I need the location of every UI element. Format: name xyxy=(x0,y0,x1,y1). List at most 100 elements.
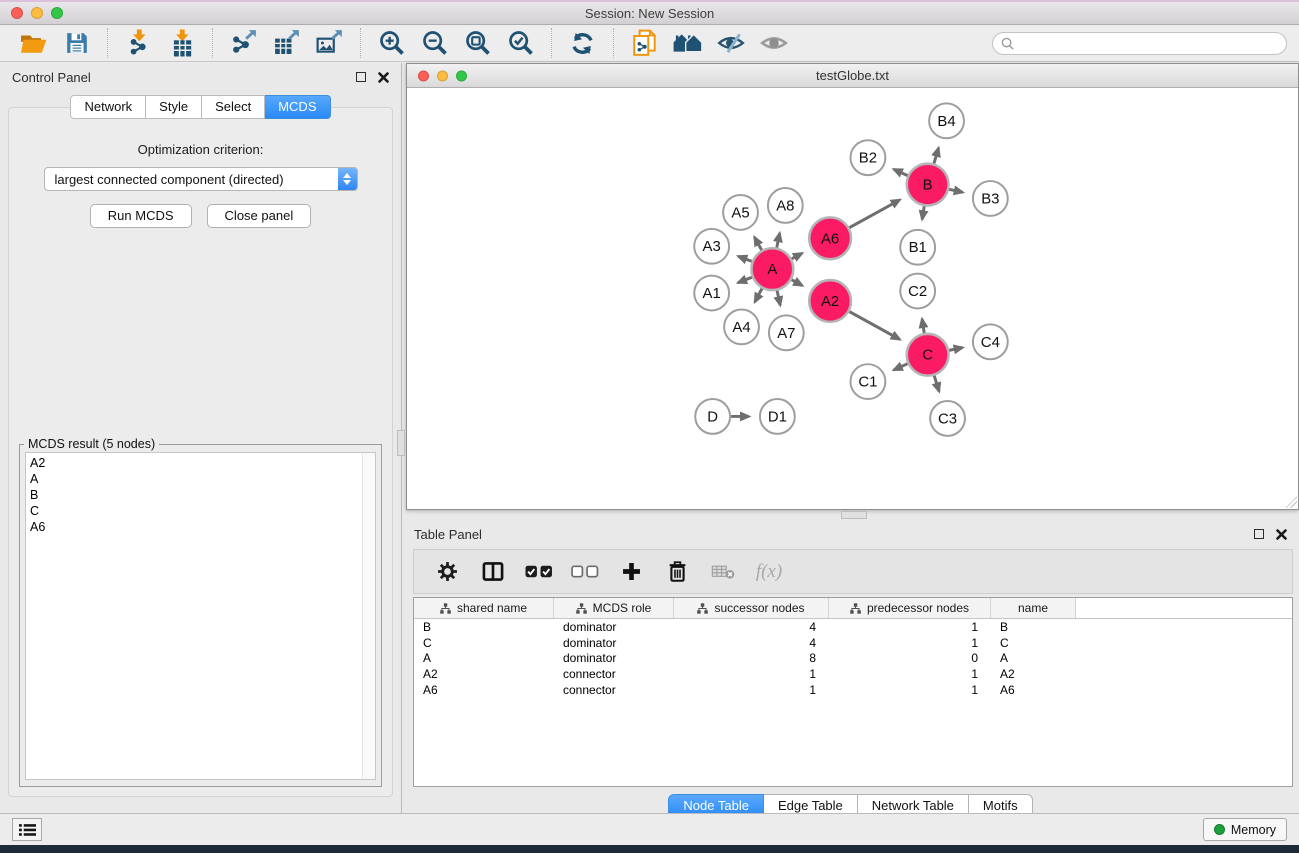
table-cell[interactable]: C xyxy=(414,635,554,651)
graph-edge[interactable] xyxy=(777,233,780,247)
zoom-selected-button[interactable] xyxy=(499,27,542,60)
minimize-window-button[interactable] xyxy=(31,7,43,19)
table-cell[interactable]: 1 xyxy=(829,635,991,651)
close-panel-icon[interactable] xyxy=(378,72,389,83)
open-session-button[interactable] xyxy=(12,27,55,60)
column-view-button[interactable] xyxy=(470,553,516,591)
graph-edge[interactable] xyxy=(894,364,908,370)
graph-node-B3[interactable]: B3 xyxy=(973,181,1008,216)
table-cell[interactable]: 1 xyxy=(829,682,991,698)
table-cell[interactable]: A xyxy=(414,651,554,667)
birdseye-view-button[interactable] xyxy=(752,27,795,60)
result-list-scrollbar[interactable] xyxy=(362,453,375,779)
graph-node-C2[interactable]: C2 xyxy=(900,274,935,309)
graph-node-A[interactable]: A xyxy=(751,248,793,290)
table-cell[interactable]: 1 xyxy=(829,619,991,635)
graph-node-A4[interactable]: A4 xyxy=(724,309,759,344)
mcds-result-item[interactable]: A2 xyxy=(26,455,375,471)
graph-edge[interactable] xyxy=(949,348,963,351)
mcds-result-item[interactable]: A6 xyxy=(26,519,375,535)
graph-node-A2[interactable]: A2 xyxy=(809,280,851,322)
delete-columns-button[interactable] xyxy=(654,553,700,591)
export-network-button[interactable] xyxy=(222,27,265,60)
zoom-fit-button[interactable] xyxy=(456,27,499,60)
column-header-successor-nodes[interactable]: successor nodes xyxy=(674,598,829,618)
graph-edge[interactable] xyxy=(738,277,752,282)
graph-node-A7[interactable]: A7 xyxy=(769,315,804,350)
graph-node-A8[interactable]: A8 xyxy=(768,188,803,223)
table-cell[interactable]: 0 xyxy=(829,651,991,667)
table-cell[interactable]: dominator xyxy=(554,619,674,635)
table-row[interactable]: A2connector11A2 xyxy=(414,666,1292,682)
graph-edge[interactable] xyxy=(792,253,802,258)
graph-node-B4[interactable]: B4 xyxy=(929,103,964,138)
column-header-shared-name[interactable]: shared name xyxy=(414,598,554,618)
graph-edge[interactable] xyxy=(934,148,939,164)
zoom-in-button[interactable] xyxy=(370,27,413,60)
home-button[interactable] xyxy=(666,27,709,60)
network-canvas[interactable]: AA1A2A3A4A5A6A7A8BB1B2B3B4CC1C2C3C4DD1 xyxy=(407,89,1298,509)
graph-node-A6[interactable]: A6 xyxy=(809,217,851,259)
save-session-button[interactable] xyxy=(55,27,98,60)
table-cell[interactable]: 8 xyxy=(674,651,829,667)
hide-graphics-details-button[interactable] xyxy=(709,27,752,60)
close-network-window-button[interactable] xyxy=(418,70,429,81)
table-cell[interactable]: connector xyxy=(554,682,674,698)
close-window-button[interactable] xyxy=(11,7,23,19)
graph-node-A5[interactable]: A5 xyxy=(723,195,758,230)
graph-node-A3[interactable]: A3 xyxy=(694,229,729,264)
memory-button[interactable]: Memory xyxy=(1203,818,1287,841)
graph-edge[interactable] xyxy=(922,319,924,333)
tab-network[interactable]: Network xyxy=(70,95,146,119)
mcds-result-item[interactable]: C xyxy=(26,503,375,519)
tab-mcds[interactable]: MCDS xyxy=(265,95,330,119)
table-cell[interactable]: A2 xyxy=(991,666,1076,682)
graph-edge[interactable] xyxy=(949,189,963,192)
mcds-result-item[interactable]: B xyxy=(26,487,375,503)
export-table-button[interactable] xyxy=(265,27,308,60)
graph-node-B1[interactable]: B1 xyxy=(900,230,935,265)
column-header-name[interactable]: name xyxy=(991,598,1076,618)
graph-edge[interactable] xyxy=(894,169,908,175)
float-table-panel-icon[interactable] xyxy=(1254,529,1264,539)
close-panel-button[interactable]: Close panel xyxy=(207,204,312,228)
table-row[interactable]: Bdominator41B xyxy=(414,619,1292,635)
mcds-result-list[interactable]: A2ABCA6 xyxy=(25,452,376,780)
table-cell[interactable]: B xyxy=(991,619,1076,635)
zoom-out-button[interactable] xyxy=(413,27,456,60)
minimize-network-window-button[interactable] xyxy=(437,70,448,81)
import-table-button[interactable] xyxy=(160,27,203,60)
table-cell[interactable]: C xyxy=(991,635,1076,651)
maximize-network-window-button[interactable] xyxy=(456,70,467,81)
table-row[interactable]: Adominator80A xyxy=(414,651,1292,667)
add-column-button[interactable] xyxy=(608,553,654,591)
table-cell[interactable]: 1 xyxy=(674,682,829,698)
graph-edge[interactable] xyxy=(738,256,752,261)
table-cell[interactable]: 4 xyxy=(674,635,829,651)
graph-edge[interactable] xyxy=(849,200,899,228)
select-all-button[interactable] xyxy=(516,553,562,591)
graph-edge[interactable] xyxy=(922,206,924,219)
table-cell[interactable]: 1 xyxy=(829,666,991,682)
mcds-result-item[interactable]: A xyxy=(26,471,375,487)
graph-edge[interactable] xyxy=(777,291,780,306)
column-header-predecessor-nodes[interactable]: predecessor nodes xyxy=(829,598,991,618)
duplicate-network-button[interactable] xyxy=(623,27,666,60)
graph-node-D[interactable]: D xyxy=(695,399,730,434)
tab-style[interactable]: Style xyxy=(146,95,202,119)
table-settings-button[interactable] xyxy=(424,553,470,591)
table-cell[interactable]: A6 xyxy=(991,682,1076,698)
table-cell[interactable]: A xyxy=(991,651,1076,667)
graph-node-C1[interactable]: C1 xyxy=(851,364,886,399)
graph-edge[interactable] xyxy=(755,288,762,301)
table-cell[interactable]: A2 xyxy=(414,666,554,682)
table-cell[interactable]: 1 xyxy=(674,666,829,682)
horizontal-split-handle[interactable] xyxy=(841,511,867,519)
search-input[interactable] xyxy=(1019,36,1278,50)
graph-node-C[interactable]: C xyxy=(907,334,949,376)
table-cell[interactable]: connector xyxy=(554,666,674,682)
import-network-button[interactable] xyxy=(117,27,160,60)
column-header-MCDS-role[interactable]: MCDS role xyxy=(554,598,674,618)
table-row[interactable]: A6connector11A6 xyxy=(414,682,1292,698)
deselect-all-button[interactable] xyxy=(562,553,608,591)
